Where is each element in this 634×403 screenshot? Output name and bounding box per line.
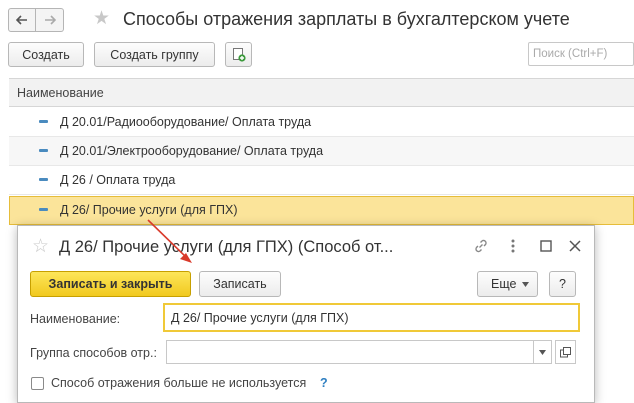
maximize-icon[interactable] — [540, 240, 552, 255]
more-menu-button[interactable]: Еще — [477, 271, 538, 297]
save-button[interactable]: Записать — [199, 271, 281, 297]
save-and-close-button[interactable]: Записать и закрыть — [30, 271, 191, 297]
chevron-down-icon — [539, 349, 546, 355]
edit-dialog: ☆ Д 26/ Прочие услуги (для ГПХ) (Способ … — [17, 225, 595, 403]
name-label: Наименование: — [30, 312, 121, 326]
group-open-button[interactable] — [555, 340, 576, 364]
forward-button[interactable] — [36, 8, 64, 32]
more-vertical-icon[interactable] — [510, 238, 516, 257]
close-icon[interactable] — [569, 240, 581, 255]
group-label: Группа способов отр.: — [30, 346, 157, 360]
search-input[interactable]: Поиск (Ctrl+F) — [528, 42, 634, 66]
list-header[interactable]: Наименование — [9, 78, 634, 107]
name-field-value: Д 26/ Прочие услуги (для ГПХ) — [171, 311, 349, 325]
help-mark-icon[interactable]: ? — [320, 376, 328, 390]
item-icon — [39, 208, 48, 211]
arrow-right-icon — [44, 15, 56, 25]
create-group-button[interactable]: Создать группу — [94, 42, 215, 67]
list-item-label: Д 26/ Прочие услуги (для ГПХ) — [60, 203, 238, 217]
list-item[interactable]: Д 20.01/Электрооборудование/ Оплата труд… — [9, 137, 634, 166]
back-button[interactable] — [8, 8, 36, 32]
search-placeholder: Поиск (Ctrl+F) — [533, 48, 608, 60]
group-field[interactable] — [166, 340, 552, 364]
dialog-title: Д 26/ Прочие услуги (для ГПХ) (Способ от… — [59, 238, 394, 256]
star-icon[interactable]: ☆ — [32, 237, 49, 257]
unused-checkbox[interactable] — [31, 377, 44, 390]
page-title: Способы отражения зарплаты в бухгалтерск… — [123, 9, 570, 29]
arrow-left-icon — [16, 15, 27, 25]
item-icon — [39, 149, 48, 152]
list-item-label: Д 20.01/Радиооборудование/ Оплата труда — [60, 115, 312, 129]
list-item[interactable]: Д 20.01/Радиооборудование/ Оплата труда — [9, 108, 634, 137]
list-item-label: Д 26 / Оплата труда — [60, 173, 176, 187]
help-button[interactable]: ? — [549, 271, 576, 297]
copy-add-icon — [232, 48, 246, 62]
group-dropdown-button[interactable] — [533, 340, 552, 364]
link-icon[interactable] — [473, 238, 489, 257]
star-icon[interactable]: ★ — [93, 9, 110, 29]
list-item-label: Д 20.01/Электрооборудование/ Оплата труд… — [60, 144, 324, 158]
list-item-selected[interactable]: Д 26/ Прочие услуги (для ГПХ) — [9, 196, 634, 225]
open-window-icon — [560, 346, 571, 357]
create-button[interactable]: Создать — [8, 42, 84, 67]
chevron-down-icon — [522, 281, 530, 287]
list-item[interactable]: Д 26 / Оплата труда — [9, 166, 634, 195]
more-menu-label: Еще — [491, 277, 517, 291]
item-icon — [39, 120, 48, 123]
unused-checkbox-label[interactable]: Способ отражения больше не используется — [51, 376, 306, 390]
item-icon — [39, 178, 48, 181]
copy-button[interactable] — [225, 42, 252, 67]
column-header-name: Наименование — [17, 86, 104, 100]
name-field[interactable]: Д 26/ Прочие услуги (для ГПХ) — [163, 303, 580, 332]
